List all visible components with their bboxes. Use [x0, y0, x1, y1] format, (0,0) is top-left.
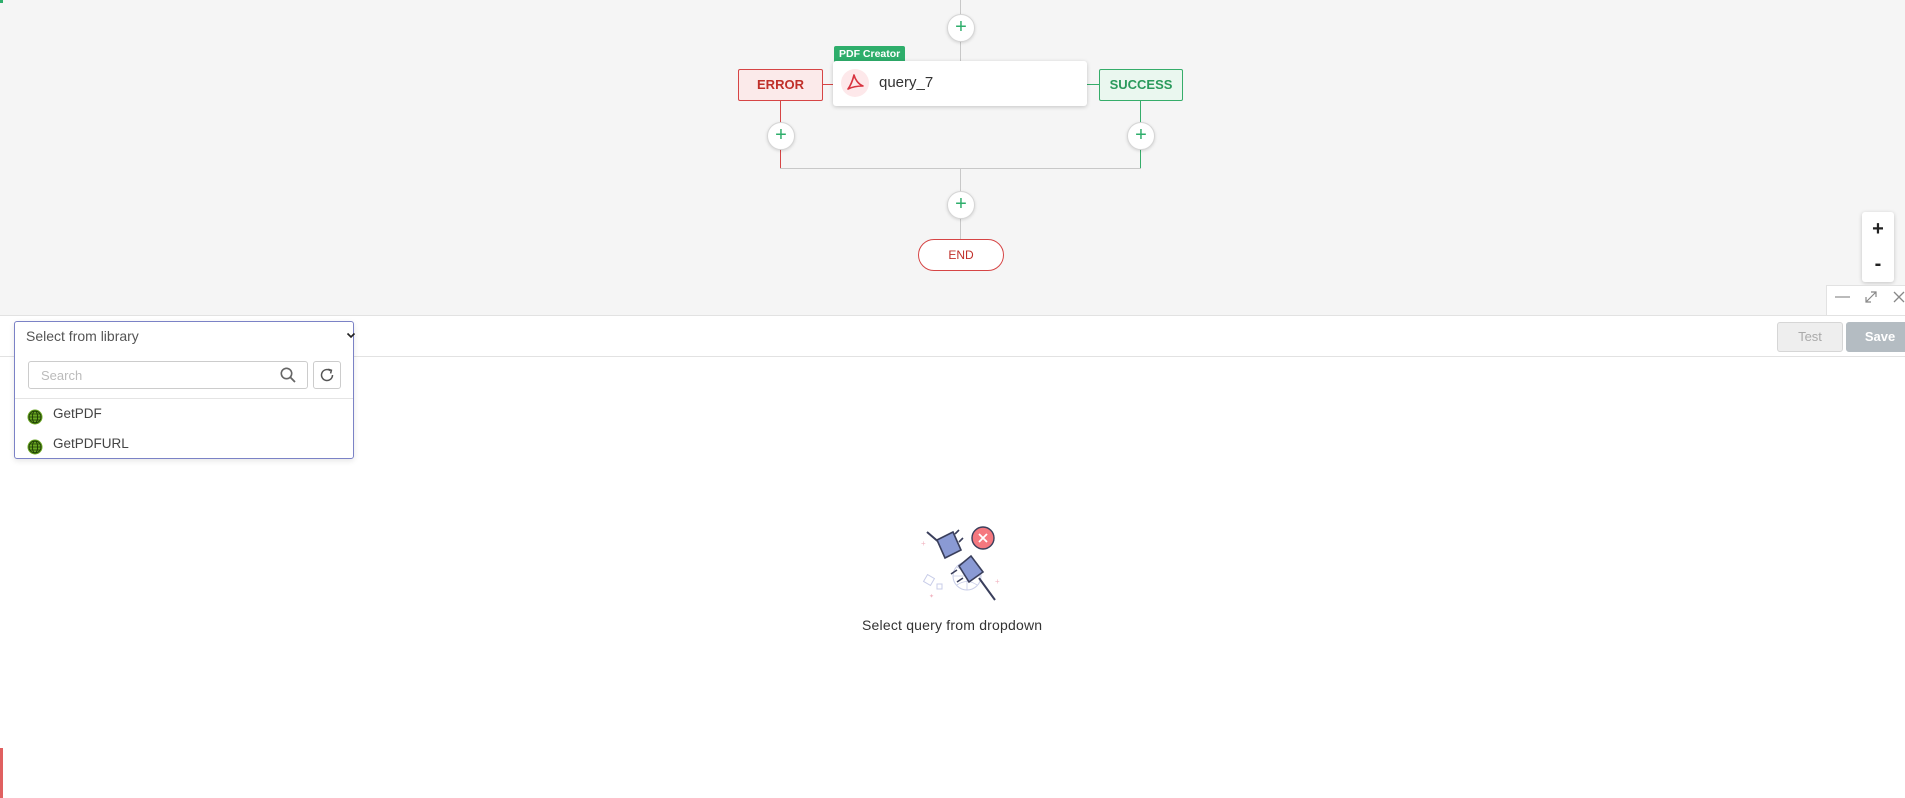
node-title: query_7: [879, 74, 934, 91]
list-item-label: GetPDF: [53, 406, 102, 421]
refresh-icon: [319, 367, 335, 388]
left-edge-accent: [0, 0, 3, 3]
flow-canvas[interactable]: + PDF Creator query_7 ERROR SUCCESS + + …: [0, 0, 1905, 316]
svg-text:+: +: [995, 577, 1000, 586]
add-error-step-button[interactable]: +: [767, 122, 795, 150]
panel-window-controls: —: [1826, 285, 1905, 315]
search-input[interactable]: [39, 365, 273, 385]
add-success-step-button[interactable]: +: [1127, 122, 1155, 150]
search-box: [28, 361, 308, 389]
zoom-in-button[interactable]: +: [1862, 212, 1894, 247]
zoom-controls: + -: [1862, 212, 1894, 282]
search-icon[interactable]: [279, 366, 297, 389]
node-type-tag: PDF Creator: [834, 46, 906, 62]
library-select-label: Select from library: [26, 328, 139, 344]
globe-icon: [27, 437, 43, 465]
expand-icon[interactable]: [1864, 290, 1878, 308]
success-branch[interactable]: SUCCESS: [1099, 69, 1183, 101]
chevron-down-icon: [346, 322, 356, 360]
list-item[interactable]: GetPDF: [15, 400, 353, 428]
minimize-icon[interactable]: —: [1835, 288, 1850, 305]
refresh-button[interactable]: [313, 361, 341, 389]
left-edge-accent: [0, 748, 3, 798]
connector: [1087, 84, 1099, 85]
list-item-label: GetPDFURL: [53, 436, 129, 451]
connector: [823, 84, 833, 85]
svg-text:✦: ✦: [929, 593, 934, 600]
library-select[interactable]: Select from library: [15, 322, 364, 350]
pdf-creator-node[interactable]: query_7: [833, 61, 1087, 106]
zoom-out-button[interactable]: -: [1862, 247, 1894, 282]
close-icon[interactable]: [1893, 290, 1905, 307]
save-button[interactable]: Save: [1846, 322, 1905, 352]
svg-text:+: +: [921, 539, 926, 548]
list-item[interactable]: GetPDFURL: [15, 430, 353, 458]
test-button[interactable]: Test: [1777, 322, 1843, 352]
library-dropdown[interactable]: Select from library GetPDF GetPDFURL: [14, 321, 356, 459]
add-step-button[interactable]: +: [947, 191, 975, 219]
empty-state-message: Select query from dropdown: [862, 617, 1043, 633]
add-step-button[interactable]: +: [947, 14, 975, 42]
divider: [15, 398, 353, 399]
pdf-icon: [841, 69, 869, 97]
error-branch[interactable]: ERROR: [738, 69, 823, 101]
empty-state-illustration: + + ✦: [915, 522, 1005, 611]
end-node[interactable]: END: [918, 239, 1004, 271]
